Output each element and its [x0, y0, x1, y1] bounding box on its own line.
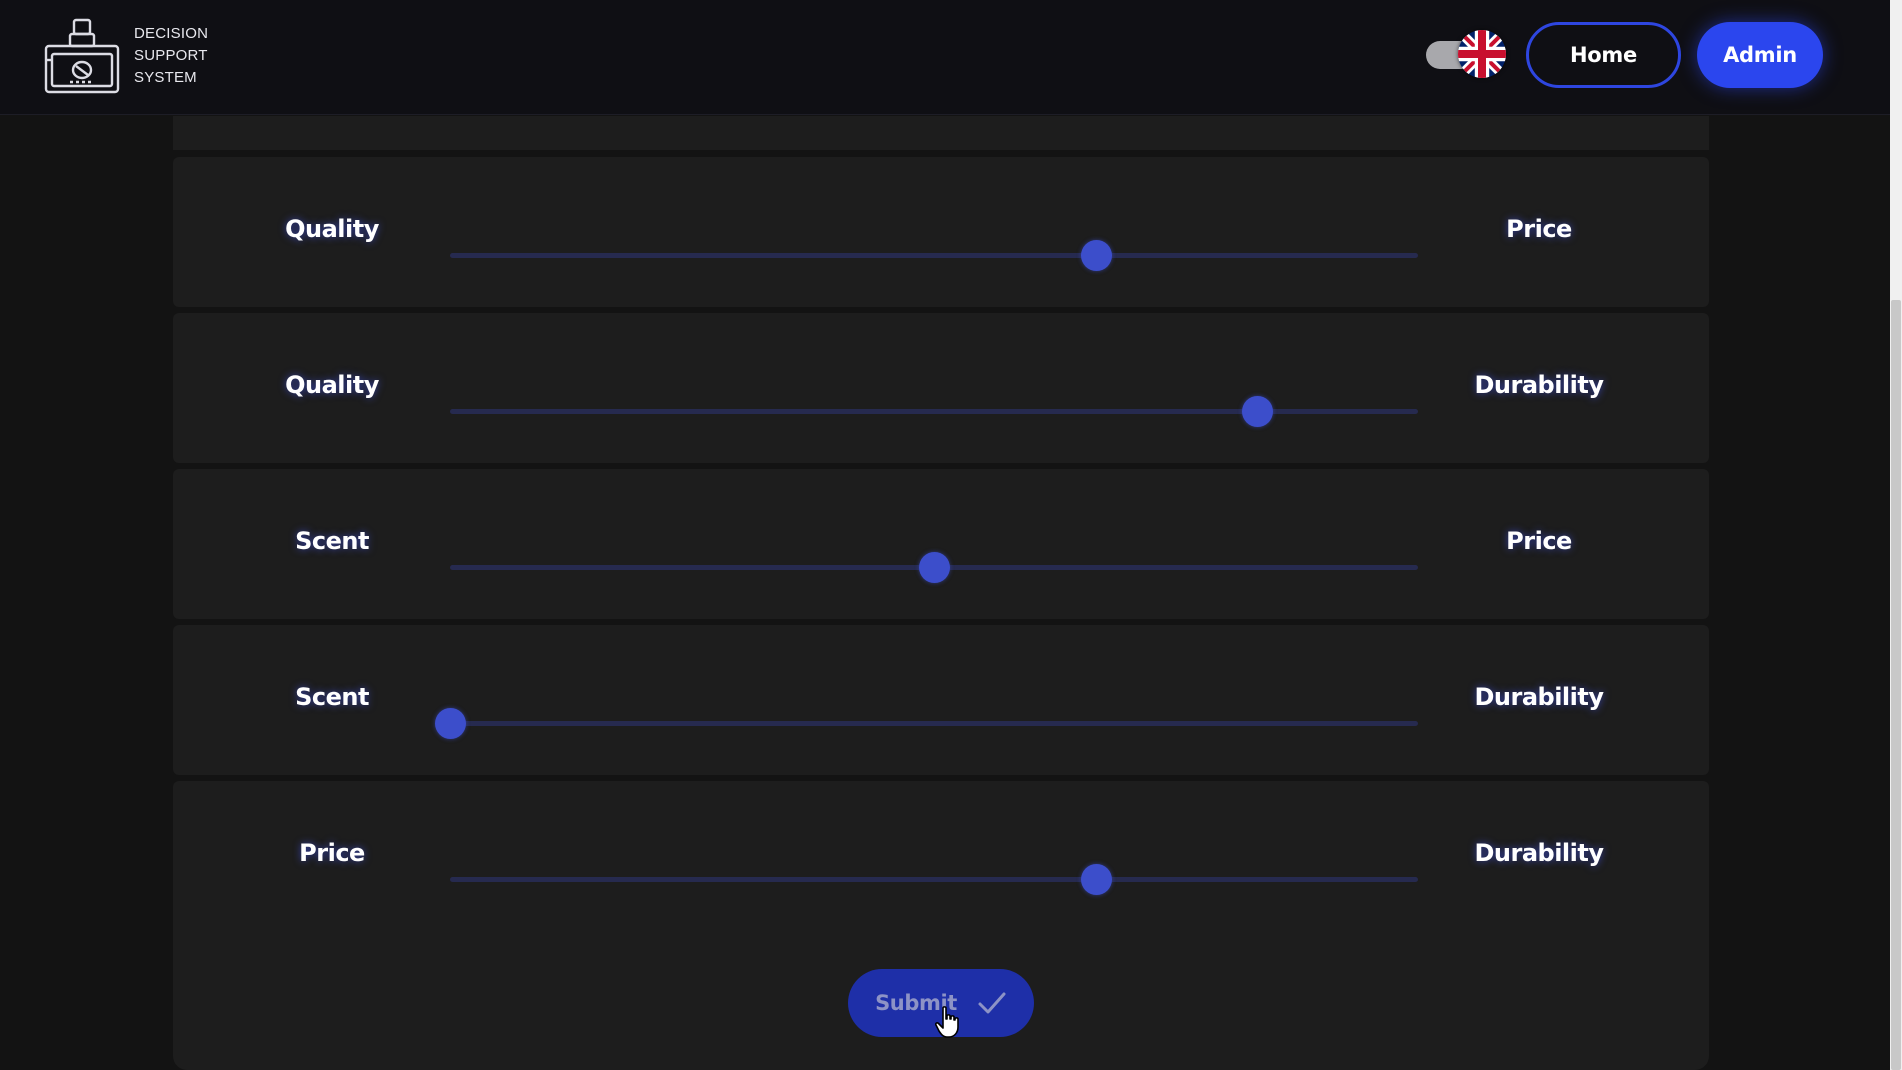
top-navbar: DECISION SUPPORT SYSTEM Home Admin: [0, 0, 1890, 115]
page-scrollbar[interactable]: [1890, 0, 1902, 1070]
criterion-left-label: Scent: [295, 527, 369, 555]
brand-title: DECISION SUPPORT SYSTEM: [134, 25, 209, 86]
admin-button[interactable]: Admin: [1697, 22, 1823, 88]
comparison-row: Quality Durability: [173, 313, 1709, 463]
scrollbar-thumb[interactable]: [1891, 300, 1901, 1070]
comparison-row: Scent Price: [173, 469, 1709, 619]
uk-flag-icon[interactable]: [1458, 30, 1506, 78]
home-button[interactable]: Home: [1526, 22, 1681, 88]
criterion-right-label: Durability: [1474, 683, 1604, 711]
slider-thumb[interactable]: [1080, 240, 1112, 271]
comparison-slider[interactable]: [450, 552, 1418, 583]
hand-cursor-icon: [935, 1006, 959, 1038]
slider-thumb[interactable]: [1242, 396, 1274, 427]
criterion-right-label: Price: [1506, 215, 1572, 243]
comparison-slider[interactable]: [435, 708, 1418, 739]
criterion-left-label: Scent: [295, 683, 369, 711]
brand[interactable]: DECISION SUPPORT SYSTEM: [42, 16, 208, 96]
criterion-right-label: Price: [1506, 527, 1572, 555]
comparison-row: Quality Price: [173, 157, 1709, 307]
slider-thumb[interactable]: [919, 552, 950, 583]
comparison-slider[interactable]: [450, 396, 1418, 427]
comparison-row: Price Durability: [173, 781, 1709, 935]
comparison-row: Scent Durability: [173, 625, 1709, 775]
check-icon: [978, 992, 1006, 1014]
form-panel-top: [173, 116, 1709, 150]
comparison-slider[interactable]: [450, 240, 1418, 271]
criterion-left-label: Quality: [285, 371, 379, 399]
slider-thumb[interactable]: [1080, 864, 1112, 895]
criterion-right-label: Durability: [1474, 839, 1604, 867]
comparison-slider[interactable]: [450, 864, 1418, 895]
slider-thumb[interactable]: [435, 708, 466, 739]
language-toggle[interactable]: [1424, 28, 1508, 80]
perfume-bottle-icon: [44, 18, 120, 94]
criterion-right-label: Durability: [1474, 371, 1604, 399]
criterion-left-label: Price: [299, 839, 365, 867]
criterion-left-label: Quality: [285, 215, 379, 243]
